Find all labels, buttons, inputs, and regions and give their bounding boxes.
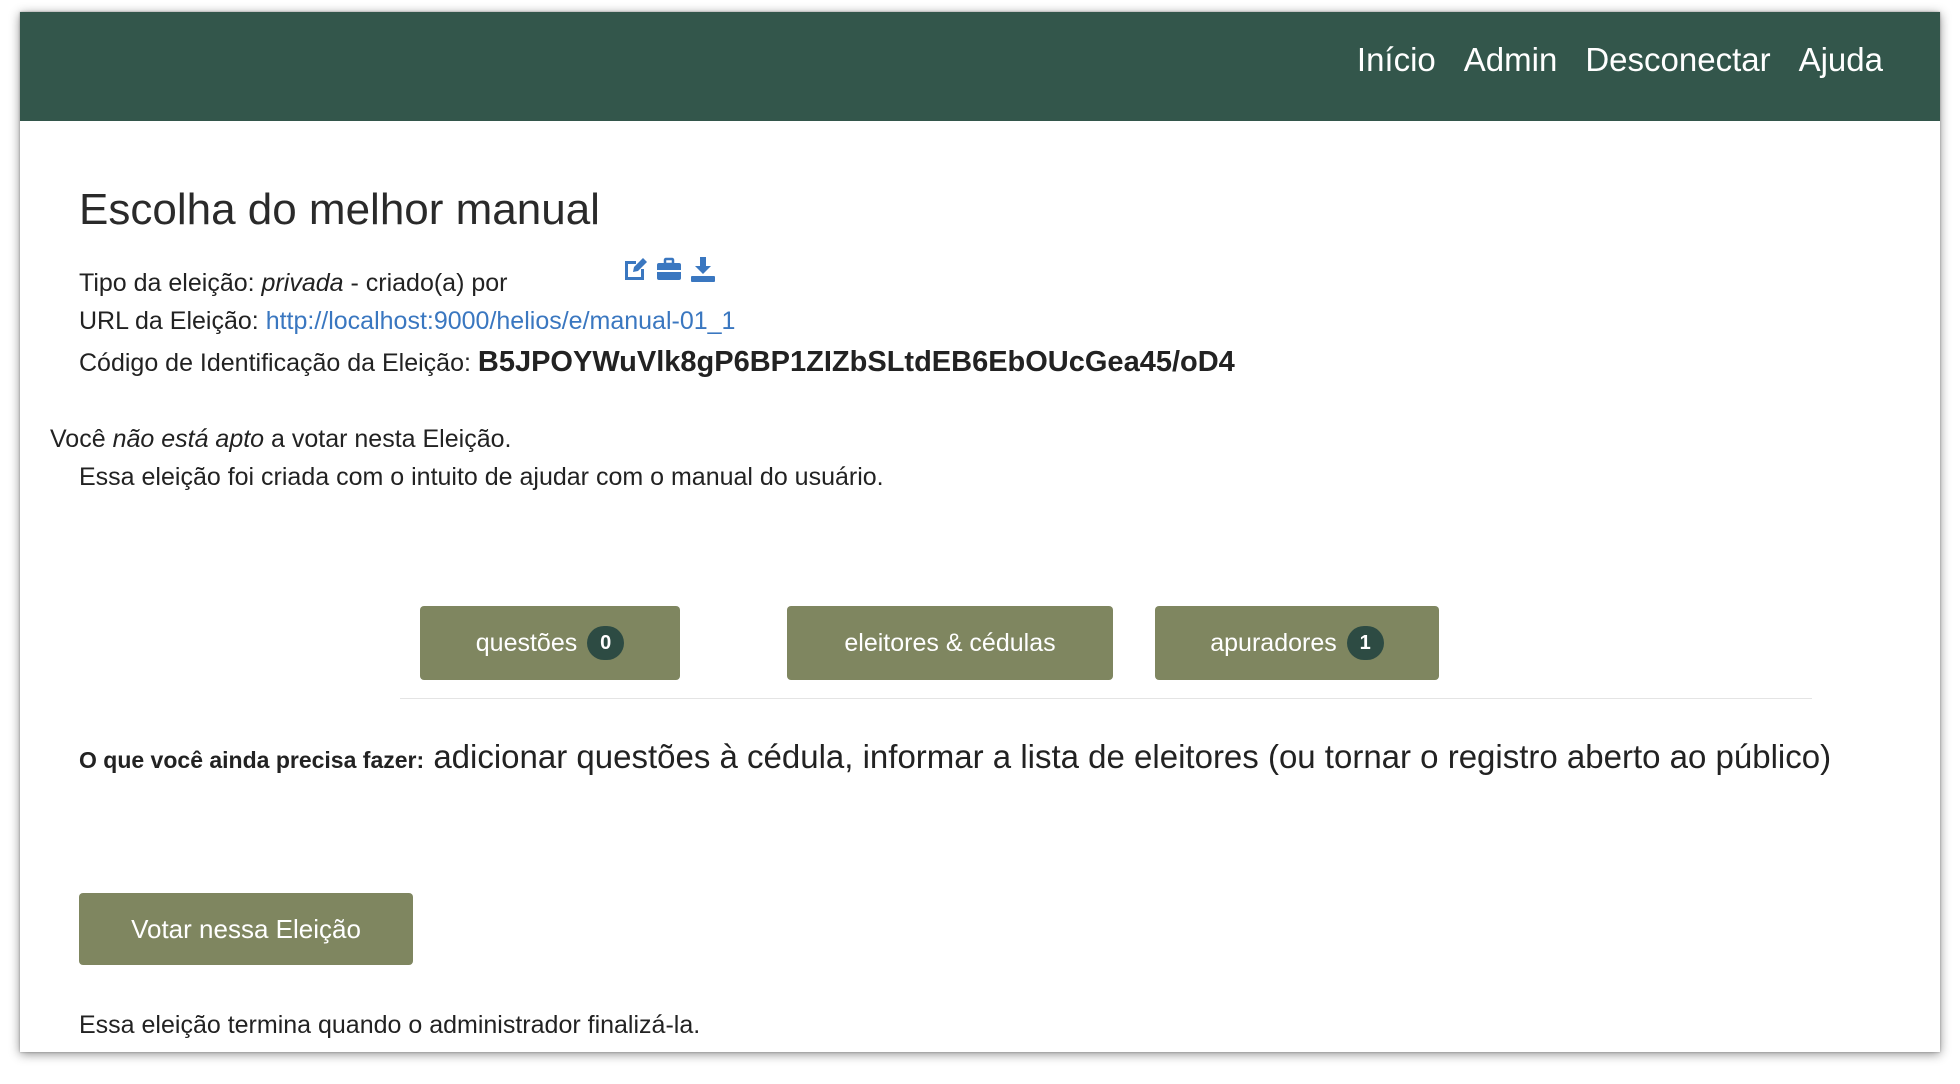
election-type-label: Tipo da eleição: xyxy=(79,269,255,297)
edit-icon[interactable] xyxy=(621,255,649,283)
voters-ballots-label: eleitores & cédulas xyxy=(844,628,1056,657)
trustees-label: apuradores xyxy=(1210,628,1337,657)
election-description: Essa eleição foi criada com o intuito de… xyxy=(79,463,884,491)
eligibility-suffix: a votar nesta Eleição. xyxy=(271,425,512,453)
download-icon[interactable] xyxy=(689,255,717,283)
election-type-line: Tipo da eleição: privada - criado(a) por xyxy=(79,267,507,299)
questions-label: questões xyxy=(475,628,578,657)
election-end-note: Essa eleição termina quando o administra… xyxy=(79,1011,701,1039)
nav-links: Início Admin Desconectar Ajuda xyxy=(1357,38,1883,82)
top-navbar: Início Admin Desconectar Ajuda xyxy=(20,12,1940,121)
admin-tool-icons xyxy=(621,255,717,283)
vote-button[interactable]: Votar nessa Eleição xyxy=(79,893,413,965)
trustees-button[interactable]: apuradores 1 xyxy=(1155,606,1439,680)
election-code-line: Código de Identificação da Eleição: B5JP… xyxy=(79,346,1235,379)
election-code-label: Código de Identificação da Eleição: xyxy=(79,349,471,377)
trustees-count-badge: 1 xyxy=(1346,626,1384,660)
questions-count-badge: 0 xyxy=(587,626,625,660)
election-url-label: URL da Eleição: xyxy=(79,307,259,335)
todo-label: O que você ainda precisa fazer: xyxy=(79,747,425,773)
nav-link-desconectar[interactable]: Desconectar xyxy=(1585,38,1770,82)
eligibility-emphasis: não está apto xyxy=(112,425,265,453)
election-url-link[interactable]: http://localhost:9000/helios/e/manual-01… xyxy=(266,307,736,335)
election-title: Escolha do melhor manual xyxy=(79,185,600,234)
briefcase-icon[interactable] xyxy=(655,255,683,283)
nav-link-ajuda[interactable]: Ajuda xyxy=(1799,38,1883,82)
todo-text: adicionar questões à cédula, informar a … xyxy=(433,738,1832,775)
election-code-value: B5JPOYWuVlk8gP6BP1ZIZbSLtdEB6EbOUcGea45/… xyxy=(477,346,1235,378)
election-url-line: URL da Eleição: http://localhost:9000/he… xyxy=(79,305,735,337)
voters-ballots-button[interactable]: eleitores & cédulas xyxy=(787,606,1113,680)
created-by-label: - criado(a) por xyxy=(350,269,508,297)
eligibility-prefix: Você xyxy=(50,425,106,453)
nav-link-inicio[interactable]: Início xyxy=(1357,38,1436,82)
questions-button[interactable]: questões 0 xyxy=(420,606,680,680)
eligibility-notice: Você não está apto a votar nesta Eleição… xyxy=(50,423,511,455)
todo-notice: O que você ainda precisa fazer: adiciona… xyxy=(79,733,1859,784)
section-divider xyxy=(400,698,1812,699)
election-type-value: privada xyxy=(261,269,344,297)
nav-link-admin[interactable]: Admin xyxy=(1464,38,1558,82)
